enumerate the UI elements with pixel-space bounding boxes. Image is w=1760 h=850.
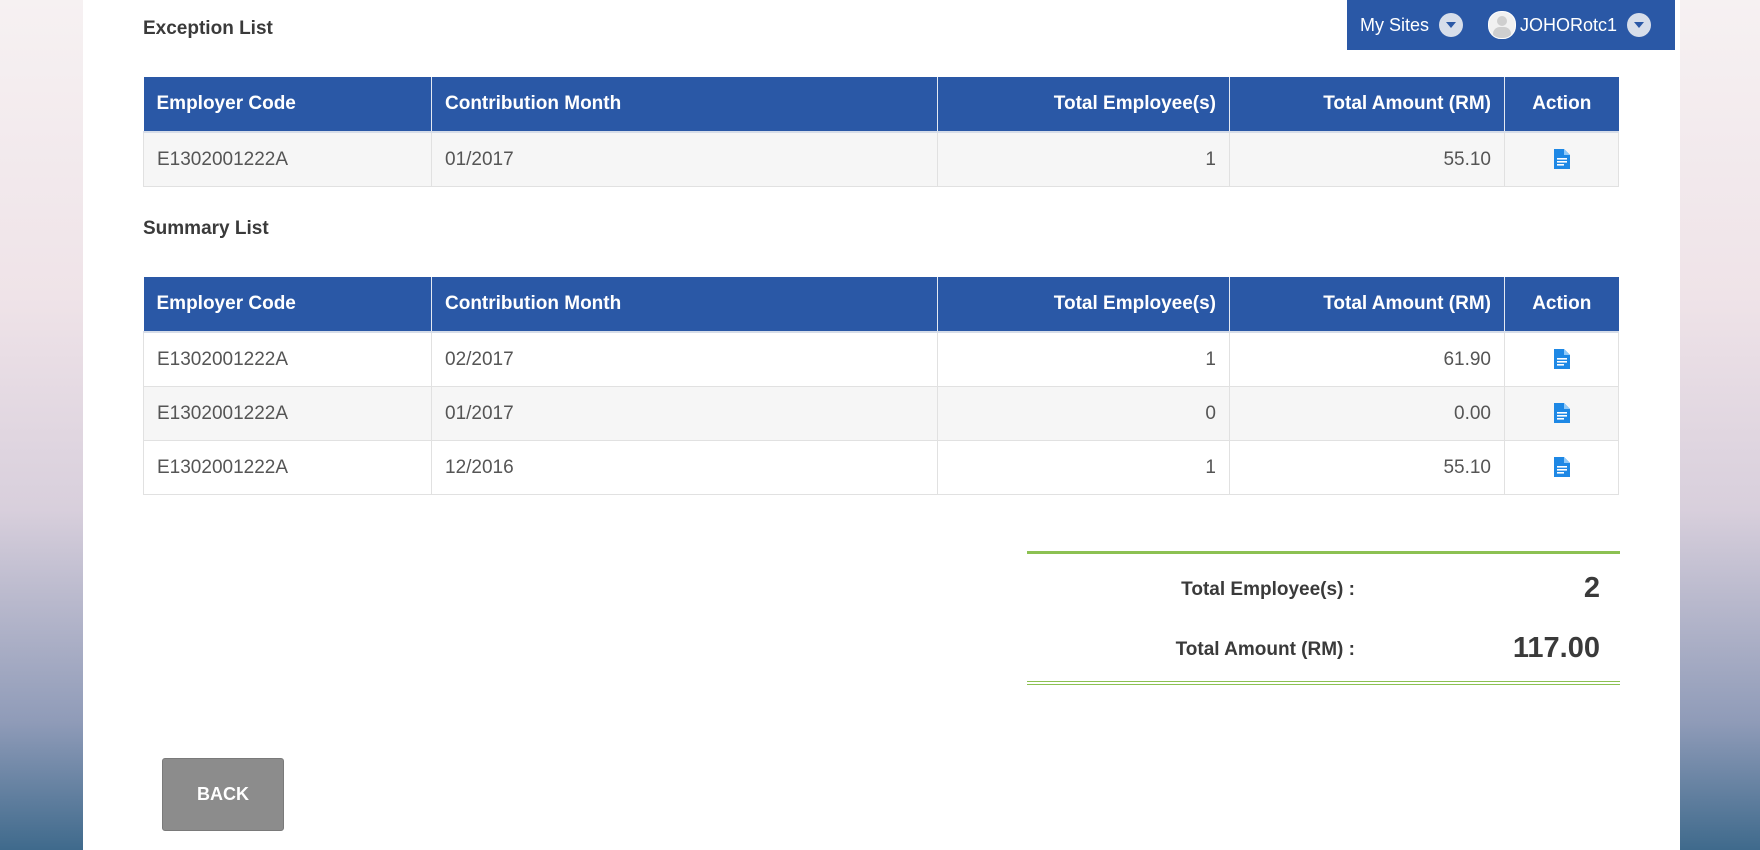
totals-summary: Total Employee(s) : 2 Total Amount (RM) … bbox=[1027, 551, 1620, 685]
top-navigation-bar: My Sites JOHORotc1 bbox=[1347, 0, 1675, 50]
contribution-month-cell: 02/2017 bbox=[431, 331, 938, 387]
table-row: E1302001222A 01/2017 1 55.10 bbox=[143, 131, 1619, 187]
chevron-down-icon[interactable] bbox=[1439, 13, 1464, 37]
summary-table: Employer Code Contribution Month Total E… bbox=[143, 277, 1619, 495]
avatar bbox=[1488, 11, 1517, 39]
employer-code-cell: E1302001222A bbox=[143, 386, 432, 441]
column-header-contribution-month[interactable]: Contribution Month bbox=[431, 277, 938, 333]
employer-code-cell: E1302001222A bbox=[143, 131, 432, 187]
column-header-total-employees[interactable]: Total Employee(s) bbox=[937, 277, 1230, 333]
total-amount-label: Total Amount (RM) : bbox=[1175, 639, 1355, 660]
exception-list-title: Exception List bbox=[143, 18, 273, 39]
action-cell bbox=[1504, 131, 1619, 187]
total-employees-cell: 0 bbox=[937, 386, 1230, 441]
total-amount-value: 117.00 bbox=[1512, 632, 1600, 664]
total-amount-cell: 55.10 bbox=[1229, 131, 1505, 187]
total-amount-cell: 55.10 bbox=[1229, 440, 1505, 495]
table-row: E1302001222A 12/2016 1 55.10 bbox=[143, 440, 1619, 495]
column-header-action: Action bbox=[1504, 77, 1619, 133]
exception-table-header: Employer Code Contribution Month Total E… bbox=[143, 77, 1619, 133]
chevron-down-icon[interactable] bbox=[1627, 13, 1652, 37]
document-icon[interactable] bbox=[1553, 403, 1570, 424]
user-menu[interactable]: JOHORotc1 bbox=[1488, 11, 1652, 39]
summary-table-header: Employer Code Contribution Month Total E… bbox=[143, 277, 1619, 333]
total-employees-value: 2 bbox=[1583, 572, 1600, 604]
column-header-employer-code[interactable]: Employer Code bbox=[143, 277, 432, 333]
total-employees-cell: 1 bbox=[937, 131, 1230, 187]
table-row: E1302001222A 01/2017 0 0.00 bbox=[143, 386, 1619, 441]
column-header-action: Action bbox=[1504, 277, 1619, 333]
contribution-month-cell: 01/2017 bbox=[431, 386, 938, 441]
total-employees-cell: 1 bbox=[937, 331, 1230, 387]
exception-table: Employer Code Contribution Month Total E… bbox=[143, 77, 1619, 187]
contribution-month-cell: 01/2017 bbox=[431, 131, 938, 187]
total-amount-cell: 61.90 bbox=[1229, 331, 1505, 387]
my-sites-label: My Sites bbox=[1360, 14, 1430, 35]
action-cell bbox=[1504, 386, 1619, 441]
total-employees-label: Total Employee(s) : bbox=[1181, 579, 1355, 600]
action-cell bbox=[1504, 331, 1619, 387]
document-icon[interactable] bbox=[1553, 457, 1570, 478]
column-header-contribution-month[interactable]: Contribution Month bbox=[431, 77, 938, 133]
total-amount-cell: 0.00 bbox=[1229, 386, 1505, 441]
document-icon[interactable] bbox=[1553, 149, 1570, 170]
my-sites-menu[interactable]: My Sites bbox=[1360, 13, 1464, 37]
username-label: JOHORotc1 bbox=[1520, 14, 1618, 35]
summary-list-title: Summary List bbox=[143, 218, 269, 239]
column-header-total-amount[interactable]: Total Amount (RM) bbox=[1229, 77, 1505, 133]
column-header-total-amount[interactable]: Total Amount (RM) bbox=[1229, 277, 1505, 333]
back-button[interactable]: BACK bbox=[162, 758, 284, 831]
table-row: E1302001222A 02/2017 1 61.90 bbox=[143, 331, 1619, 387]
contribution-month-cell: 12/2016 bbox=[431, 440, 938, 495]
action-cell bbox=[1504, 440, 1619, 495]
column-header-employer-code[interactable]: Employer Code bbox=[143, 77, 432, 133]
total-employees-cell: 1 bbox=[937, 440, 1230, 495]
employer-code-cell: E1302001222A bbox=[143, 331, 432, 387]
column-header-total-employees[interactable]: Total Employee(s) bbox=[937, 77, 1230, 133]
employer-code-cell: E1302001222A bbox=[143, 440, 432, 495]
document-icon[interactable] bbox=[1553, 349, 1570, 370]
